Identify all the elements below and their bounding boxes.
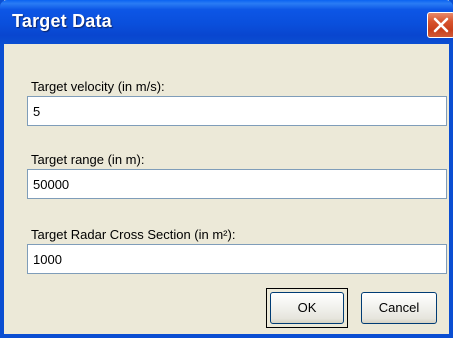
cancel-button[interactable]: Cancel — [361, 292, 437, 324]
ok-focus-frame: OK — [266, 288, 348, 328]
title-bar[interactable]: Target Data — [0, 0, 453, 44]
close-icon — [433, 17, 449, 33]
rcs-input[interactable] — [27, 244, 447, 274]
velocity-input[interactable] — [27, 96, 447, 126]
range-label: Target range (in m): — [31, 152, 145, 167]
close-button[interactable] — [427, 12, 453, 38]
target-data-dialog: Target Data Target velocity (in m/s): Ta… — [0, 0, 453, 338]
ok-button[interactable]: OK — [270, 292, 344, 324]
rcs-label: Target Radar Cross Section (in m²): — [31, 227, 236, 242]
dialog-title: Target Data — [12, 11, 112, 31]
velocity-label: Target velocity (in m/s): — [31, 79, 165, 94]
range-input[interactable] — [27, 169, 447, 199]
